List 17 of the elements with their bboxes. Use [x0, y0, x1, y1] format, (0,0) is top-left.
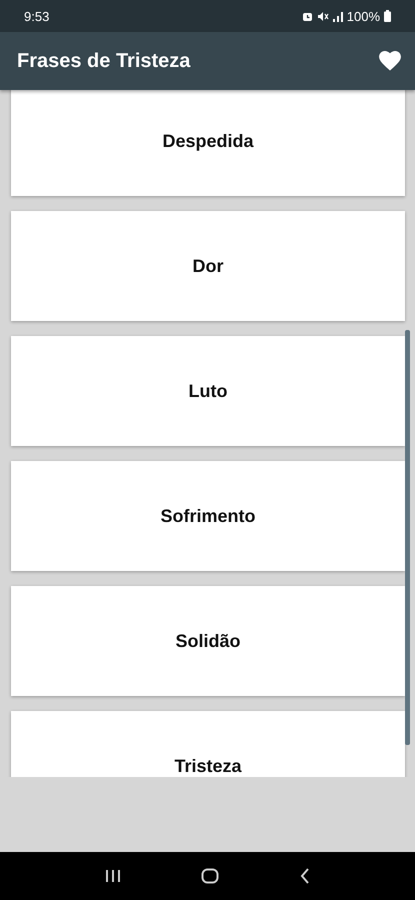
app-title: Frases de Tristeza: [17, 50, 190, 72]
heart-icon[interactable]: [379, 51, 401, 71]
battery-icon: [384, 10, 391, 22]
battery-level: 100%: [346, 8, 380, 24]
signal-icon: [332, 10, 343, 22]
category-card[interactable]: Dor: [11, 211, 405, 321]
home-icon[interactable]: [201, 868, 220, 884]
mute-icon: [316, 10, 329, 22]
category-card[interactable]: Sofrimento: [11, 461, 405, 571]
category-card[interactable]: Tristeza: [11, 711, 405, 777]
category-card[interactable]: Solidão: [11, 586, 405, 696]
recent-apps-icon[interactable]: [105, 869, 122, 883]
category-card[interactable]: Despedida: [11, 90, 405, 196]
category-card[interactable]: Luto: [11, 336, 405, 446]
alarm-icon: [302, 10, 313, 22]
back-icon[interactable]: [300, 868, 310, 884]
clock-time: 9:53: [24, 8, 50, 24]
